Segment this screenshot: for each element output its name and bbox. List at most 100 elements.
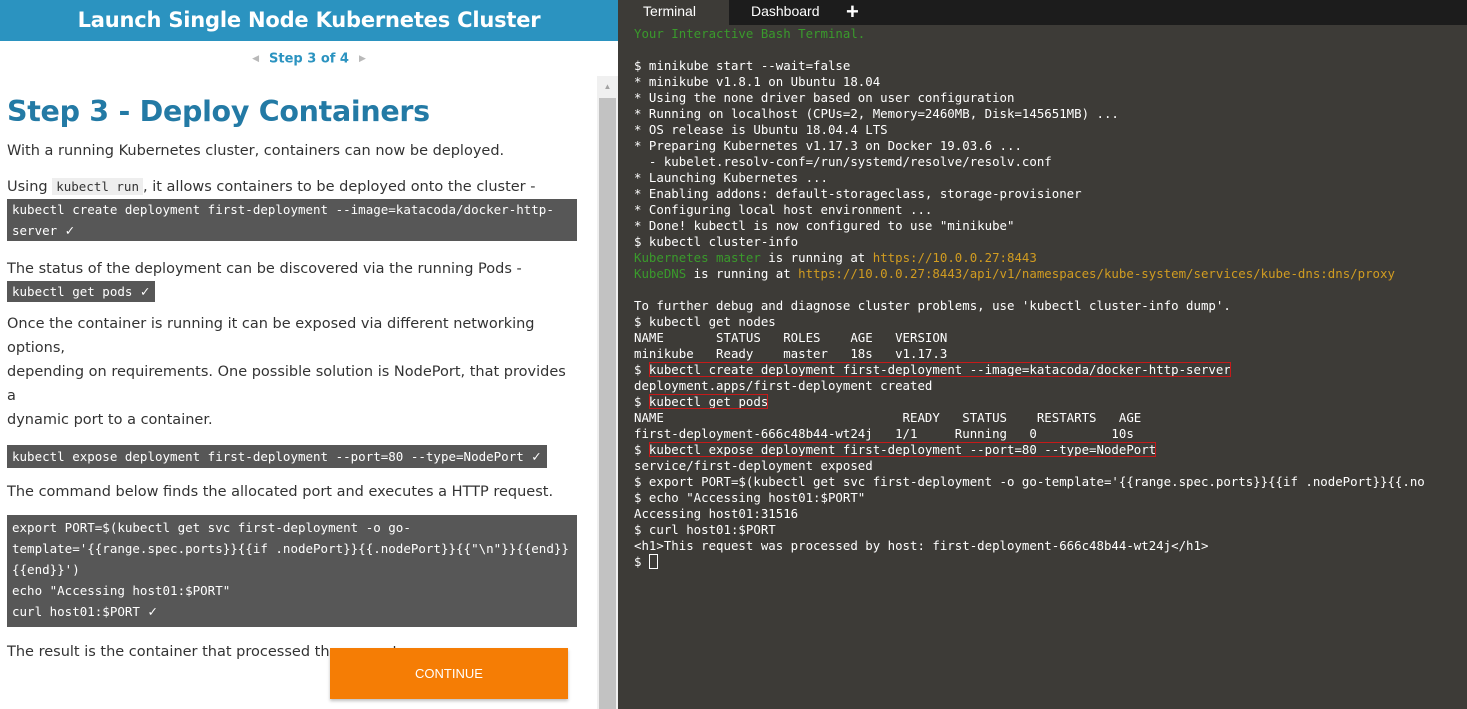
terminal-tab-bar: Terminal Dashboard + — [618, 0, 1467, 25]
terminal-text: - kubelet.resolv-conf=/run/systemd/resol… — [634, 154, 1052, 169]
terminal-text: first-deployment-666c48b44-wt24j 1/1 Run… — [634, 426, 1134, 441]
port-curl-command[interactable]: export PORT=$(kubectl get svc first-depl… — [7, 515, 577, 627]
terminal-line: Your Interactive Bash Terminal. — [634, 26, 1467, 42]
port-text: The command below finds the allocated po… — [7, 484, 554, 500]
terminal-text: * Using the none driver based on user co… — [634, 90, 1015, 105]
highlighted-command: kubectl expose deployment first-deployme… — [648, 442, 1157, 457]
terminal-line: <h1>This request was processed by host: … — [634, 538, 1467, 554]
step-heading: Step 3 - Deploy Containers — [7, 95, 430, 128]
check-icon: ✓ — [531, 449, 542, 464]
terminal-line: $ — [634, 554, 1467, 570]
terminal-text: * Enabling addons: default-storageclass,… — [634, 186, 1082, 201]
continue-button[interactable]: CONTINUE — [330, 648, 568, 699]
terminal-line: To further debug and diagnose cluster pr… — [634, 298, 1467, 314]
text-line: Once the container is running it can be … — [7, 316, 535, 356]
terminal-text: $ echo "Accessing host01:$PORT" — [634, 490, 866, 505]
command-line: echo "Accessing host01:$PORT" — [12, 583, 231, 598]
get-pods-command[interactable]: kubectl get pods ✓ — [7, 281, 156, 302]
terminal-line: $ kubectl get nodes — [634, 314, 1467, 330]
scenario-panel: Launch Single Node Kubernetes Cluster ◀ S… — [0, 0, 618, 709]
inline-code-kubectl-run: kubectl run — [52, 178, 143, 195]
terminal-output[interactable]: Your Interactive Bash Terminal. $ minikub… — [634, 26, 1467, 570]
terminal-text: NAME READY STATUS RESTARTS AGE — [634, 410, 1142, 425]
expose-command[interactable]: kubectl expose deployment first-deployme… — [7, 445, 547, 468]
terminal-line: KubeDNS is running at https://10.0.0.27:… — [634, 266, 1467, 282]
terminal-panel: Terminal Dashboard + Your Interactive Ba… — [618, 0, 1467, 709]
terminal-text: * Configuring local host environment ... — [634, 202, 933, 217]
check-icon: ✓ — [139, 284, 151, 299]
terminal-line: NAME STATUS ROLES AGE VERSION — [634, 330, 1467, 346]
terminal-line: $ minikube start --wait=false — [634, 58, 1467, 74]
terminal-text: Kubernetes master — [634, 250, 761, 265]
terminal-line: * Using the none driver based on user co… — [634, 90, 1467, 106]
terminal-line: * Launching Kubernetes ... — [634, 170, 1467, 186]
command-line: curl host01:$PORT — [12, 604, 140, 619]
terminal-text: $ minikube start --wait=false — [634, 58, 851, 73]
terminal-text: $ — [634, 394, 649, 409]
terminal-text: * Launching Kubernetes ... — [634, 170, 828, 185]
using-suffix: , it allows containers to be deployed on… — [143, 179, 536, 195]
scroll-up-icon[interactable]: ▲ — [597, 76, 618, 96]
terminal-line: * Done! kubectl is now configured to use… — [634, 218, 1467, 234]
create-deployment-command[interactable]: kubectl create deployment first-deployme… — [7, 199, 577, 241]
command-line: template='{{range.spec.ports}}{{if .node… — [12, 541, 569, 556]
highlighted-command: kubectl create deployment first-deployme… — [648, 362, 1231, 377]
terminal-text: $ curl host01:$PORT — [634, 522, 776, 537]
using-prefix: Using — [7, 179, 48, 195]
previous-step-icon[interactable]: ◀ — [242, 49, 269, 69]
terminal-line: $ export PORT=$(kubectl get svc first-de… — [634, 474, 1467, 490]
step-content: Step 3 - Deploy Containers With a runnin… — [7, 86, 579, 664]
terminal-text: * Running on localhost (CPUs=2, Memory=2… — [634, 106, 1119, 121]
terminal-line: Accessing host01:31516 — [634, 506, 1467, 522]
terminal-line: * minikube v1.8.1 on Ubuntu 18.04 — [634, 74, 1467, 90]
terminal-text: $ — [634, 554, 649, 569]
terminal-line: $ kubectl create deployment first-deploy… — [634, 362, 1467, 378]
terminal-text: Your Interactive Bash Terminal. — [634, 26, 866, 41]
terminal-text: deployment.apps/first-deployment created — [634, 378, 933, 393]
terminal-cursor — [648, 554, 658, 569]
command-line: kubectl get pods — [12, 284, 133, 299]
check-icon: ✓ — [64, 223, 76, 238]
tab-dashboard[interactable]: Dashboard — [751, 0, 823, 25]
terminal-text: * minikube v1.8.1 on Ubuntu 18.04 — [634, 74, 881, 89]
highlighted-command: kubectl get pods — [648, 394, 769, 409]
command-line: kubectl create deployment first-deployme… — [12, 202, 554, 217]
expose-text: Once the container is running it can be … — [7, 312, 579, 432]
terminal-line: * OS release is Ubuntu 18.04.4 LTS — [634, 122, 1467, 138]
terminal-text: NAME STATUS ROLES AGE VERSION — [634, 330, 948, 345]
tab-terminal[interactable]: Terminal — [618, 0, 729, 25]
terminal-line: service/first-deployment exposed — [634, 458, 1467, 474]
terminal-line: * Running on localhost (CPUs=2, Memory=2… — [634, 106, 1467, 122]
terminal-line: $ kubectl cluster-info — [634, 234, 1467, 250]
terminal-line: * Configuring local host environment ... — [634, 202, 1467, 218]
add-tab-icon[interactable]: + — [846, 0, 859, 25]
terminal-line: deployment.apps/first-deployment created — [634, 378, 1467, 394]
terminal-text: * Done! kubectl is now configured to use… — [634, 218, 1015, 233]
terminal-line: minikube Ready master 18s v1.17.3 — [634, 346, 1467, 362]
terminal-text: <h1>This request was processed by host: … — [634, 538, 1209, 553]
command-line: server — [12, 223, 58, 238]
next-step-icon[interactable]: ▶ — [349, 49, 376, 69]
terminal-line: $ kubectl get pods — [634, 394, 1467, 410]
terminal-line: first-deployment-666c48b44-wt24j 1/1 Run… — [634, 426, 1467, 442]
command-line: kubectl expose deployment first-deployme… — [12, 449, 524, 464]
terminal-text: https://10.0.0.27:8443 — [872, 250, 1037, 265]
terminal-text: $ — [634, 442, 649, 457]
terminal-text: * Preparing Kubernetes v1.17.3 on Docker… — [634, 138, 1022, 153]
terminal-text: $ kubectl get nodes — [634, 314, 776, 329]
terminal-text: is running at — [760, 250, 873, 265]
terminal-text: service/first-deployment exposed — [634, 458, 873, 473]
terminal-text: Accessing host01:31516 — [634, 506, 799, 521]
terminal-line: * Preparing Kubernetes v1.17.3 on Docker… — [634, 138, 1467, 154]
intro-text: With a running Kubernetes cluster, conta… — [7, 143, 505, 159]
terminal-line: * Enabling addons: default-storageclass,… — [634, 186, 1467, 202]
scrollbar-thumb[interactable] — [599, 98, 616, 709]
step-navigation: ◀ Step 3 of 4 ▶ — [0, 49, 618, 69]
text-line: dynamic port to a container. — [7, 412, 213, 428]
terminal-line: - kubelet.resolv-conf=/run/systemd/resol… — [634, 154, 1467, 170]
terminal-line: $ kubectl expose deployment first-deploy… — [634, 442, 1467, 458]
scrollbar[interactable]: ▲ — [597, 76, 618, 709]
text-line: depending on requirements. One possible … — [7, 364, 566, 404]
terminal-line: Kubernetes master is running at https://… — [634, 250, 1467, 266]
